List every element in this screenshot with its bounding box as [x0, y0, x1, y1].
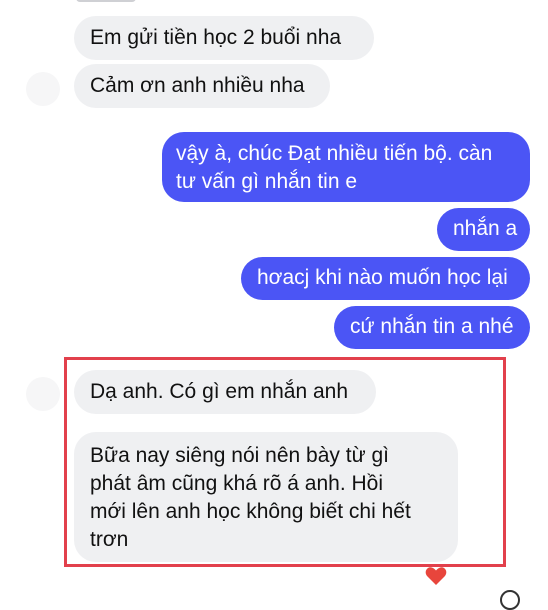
heart-icon[interactable]: [425, 566, 447, 586]
incoming-message[interactable]: Em gửi tiền học 2 buổi nha: [74, 16, 374, 60]
message-text-line: tư vấn gì nhắn tin e: [176, 170, 358, 193]
top-message-fragment: [76, 0, 136, 2]
incoming-message[interactable]: Cảm ơn anh nhiều nha: [74, 64, 330, 108]
outgoing-message[interactable]: nhắn a: [437, 208, 530, 251]
message-text: Cảm ơn anh nhiều nha: [90, 74, 305, 97]
message-text: nhắn a: [453, 217, 518, 240]
sender-avatar[interactable]: [26, 72, 60, 106]
highlight-annotation-box: [64, 357, 506, 567]
outgoing-message[interactable]: hơacj khi nào muốn học lại: [241, 257, 530, 300]
message-text: hơacj khi nào muốn học lại: [257, 266, 508, 289]
message-text-line: vậy à, chúc Đạt nhiều tiến bộ. càn: [176, 142, 493, 165]
outgoing-message[interactable]: vậy à, chúc Đạt nhiều tiến bộ. càn tư vấ…: [162, 132, 530, 202]
message-text: Em gửi tiền học 2 buổi nha: [90, 26, 342, 49]
outgoing-message[interactable]: cứ nhắn tin a nhé: [334, 306, 530, 349]
reaction-picker-icon[interactable]: [500, 590, 520, 610]
sender-avatar[interactable]: [26, 377, 60, 411]
message-text: cứ nhắn tin a nhé: [350, 315, 514, 338]
